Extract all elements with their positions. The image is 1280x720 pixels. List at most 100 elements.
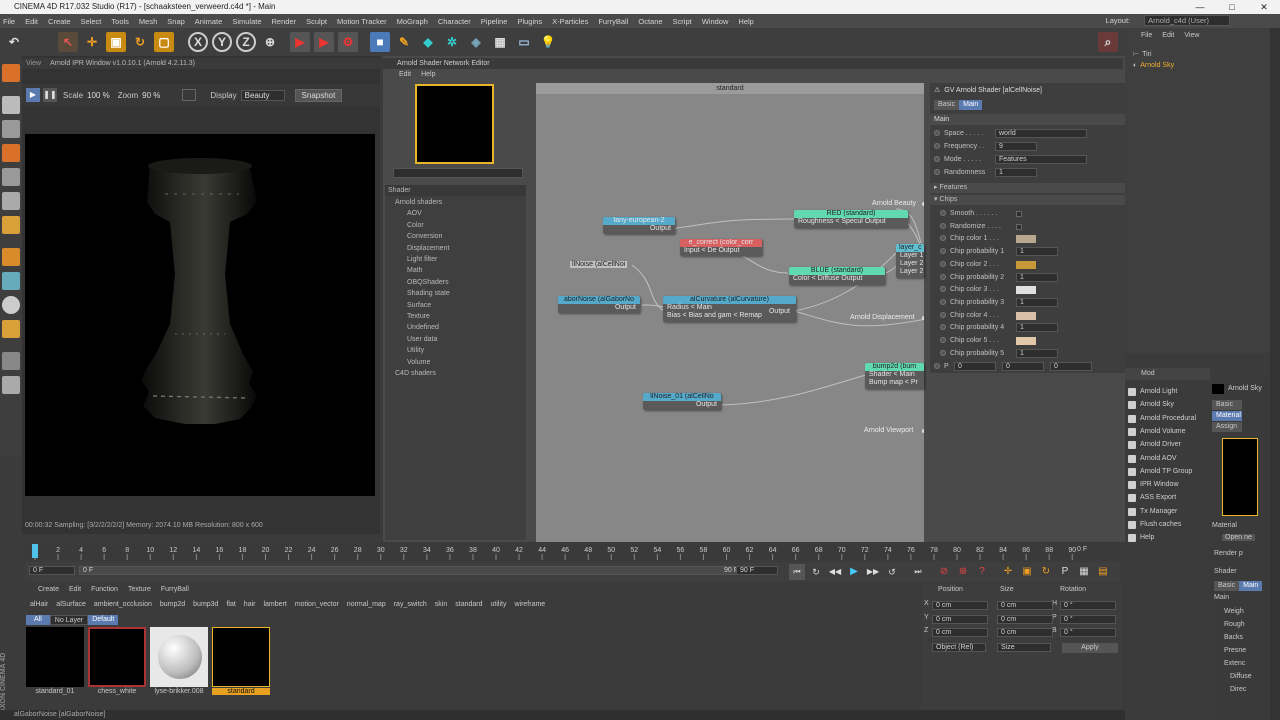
key-scale-icon[interactable]: ▣ [1019,564,1035,580]
sne-menu-help[interactable]: Help [421,69,435,81]
rotate-icon[interactable]: ↻ [130,32,150,52]
node-fany-european[interactable]: fany-european-2 Output [603,217,675,234]
coord-size-dropdown[interactable]: Size [997,643,1051,652]
record-icon[interactable]: ⊘ [936,564,952,580]
node-red-standard[interactable]: RED (standard) Roughness < Specul Output [794,210,908,228]
node-alcurvature[interactable]: alCurvature (alCurvature) Radius < Main … [663,296,796,322]
timeline-window-icon[interactable]: ▤ [1095,564,1111,580]
material-attr-row[interactable]: Backs [1224,634,1243,641]
current-frame-field[interactable]: 0 F [29,566,75,575]
play-icon[interactable]: ▶ [26,88,40,102]
node-cell-noise-label[interactable]: llNoise (alCellNoi [570,261,628,268]
keyframe-help-icon[interactable]: ? [974,564,990,580]
layer-tab-no-layer[interactable]: No Layer [49,615,89,625]
shader-filter-tab[interactable]: bump2d [160,601,185,608]
chip-color-swatch[interactable] [1016,235,1036,244]
attr-value-field[interactable]: 1 [995,168,1037,177]
shader-filter-tab[interactable]: bump3d [193,601,218,608]
axis-mode-icon[interactable] [2,248,20,266]
chip-color-swatch[interactable] [1016,311,1036,320]
polygons-mode-icon[interactable] [2,216,20,234]
material-attr-row[interactable]: Weigh [1224,608,1244,615]
attr-value-field[interactable]: Features [995,155,1087,164]
tweak-icon[interactable] [2,272,20,290]
live-selection-icon[interactable]: ↖ [58,32,78,52]
node-port[interactable]: Layer 1 [896,252,924,260]
deformer-icon[interactable]: ◈ [466,32,486,52]
menu-edit[interactable]: Edit [25,17,38,26]
chip-probability-field[interactable]: 1 [1016,272,1058,282]
shader-category-item[interactable]: Surface [407,301,517,311]
menu-character[interactable]: Character [438,17,471,26]
coord-size-field[interactable]: 0 cm [997,614,1053,624]
node-bump2d[interactable]: bump2d (bum Shader < Main Bump map < Pr [865,363,924,389]
animate-dot-icon[interactable] [934,130,940,136]
tab-basic-2[interactable]: Basic [1214,581,1240,591]
shader-filter-tab[interactable]: skin [435,601,447,608]
chip-probability-field[interactable]: 1 [1016,323,1058,333]
menu-tools[interactable]: Tools [111,17,129,26]
layer-icon[interactable] [2,376,20,394]
coord-size-field[interactable]: 0 cm [997,601,1053,610]
animate-dot-icon[interactable] [940,311,946,318]
go-to-end-icon[interactable]: ⏭ [910,564,926,580]
attr-value-field[interactable]: world [995,129,1087,138]
node-color-correct[interactable]: e_correct (color_corr Input < De Output [680,239,762,256]
animate-dot-icon[interactable] [934,143,940,149]
shader-filter-tab[interactable]: lambert [263,601,286,608]
timeline-ruler[interactable]: 0246810121416182022242628303234363840424… [25,542,1085,560]
matmgr-menu-create[interactable]: Create [38,586,59,593]
material-thumbnail[interactable] [150,627,208,687]
arnold-menu-item[interactable]: Arnold TP Group [1128,466,1210,478]
coord-pos-field[interactable]: 0 cm [932,614,988,624]
object-item-arnold-sky[interactable]: ◐ Arnold Sky [1133,62,1174,69]
node-port[interactable]: Layer 2 [896,268,924,276]
material-thumbnail[interactable] [26,627,84,687]
apply-button[interactable]: Apply [1062,643,1118,653]
material-thumbnail[interactable] [88,627,146,687]
y-axis-icon[interactable]: Y [212,32,232,52]
arnold-menu-item[interactable]: Arnold Volume [1128,426,1210,438]
lock-icon[interactable] [2,320,20,338]
shader-filter-tab[interactable]: ray_switch [394,601,427,608]
shader-filter-tab[interactable]: wireframe [514,601,545,608]
coord-rot-field[interactable]: 0 ° [1060,601,1116,610]
node-port[interactable]: Shader < Main [865,371,924,379]
menu-mesh[interactable]: Mesh [139,17,157,26]
key-position-icon[interactable]: ✛ [1000,564,1016,580]
coord-rot-field[interactable]: 0 ° [1060,614,1116,624]
shader-category-item[interactable]: Arnold shaders [395,198,505,208]
playhead[interactable] [32,544,38,558]
chip-color-swatch[interactable] [1016,286,1036,295]
animate-dot-icon[interactable] [940,298,946,305]
shader-filter-tab[interactable]: motion_vector [295,601,339,608]
shader-filter-tab[interactable]: alHair [30,601,48,608]
menu-plugins[interactable]: Plugins [517,17,542,26]
material-attr-row[interactable]: Presne [1224,647,1246,654]
recent-tool-icon[interactable]: ▢ [154,32,174,52]
node-port[interactable]: Bump map < Pr [865,379,924,387]
grid-icon[interactable] [2,352,20,370]
tab-main[interactable]: Main [959,100,983,110]
coord-size-field[interactable]: 0 cm [997,628,1053,637]
shader-category-item[interactable]: Displacement [407,244,517,254]
animate-dot-icon[interactable] [940,273,946,280]
objmgr-menu-view[interactable]: View [1184,32,1199,39]
checkbox[interactable] [1016,211,1022,217]
step-forward-icon[interactable]: ▶▶ [865,564,881,580]
shader-filter-tab[interactable]: standard [455,601,482,608]
zoom-value[interactable]: 90 % [142,91,160,100]
floor-icon[interactable]: ▦ [490,32,510,52]
make-editable-icon[interactable] [2,64,20,82]
chip-color-swatch[interactable] [1016,337,1036,345]
node-blue-standard[interactable]: BLUE (standard) Color < Diffuse Output [789,267,885,285]
node-port[interactable]: Layer 2 [896,260,924,268]
cube-icon[interactable]: ■ [370,32,390,52]
objmgr-menu-edit[interactable]: Edit [1162,32,1174,39]
node-port[interactable]: Input < De Output [680,247,762,255]
key-param-icon[interactable]: P [1057,564,1073,580]
layer-tab-all[interactable]: All [26,615,50,625]
coordinate-system-icon[interactable]: ⊕ [260,32,280,52]
autokey-icon[interactable]: ⊛ [955,564,971,580]
menu-octane[interactable]: Octane [638,17,662,26]
